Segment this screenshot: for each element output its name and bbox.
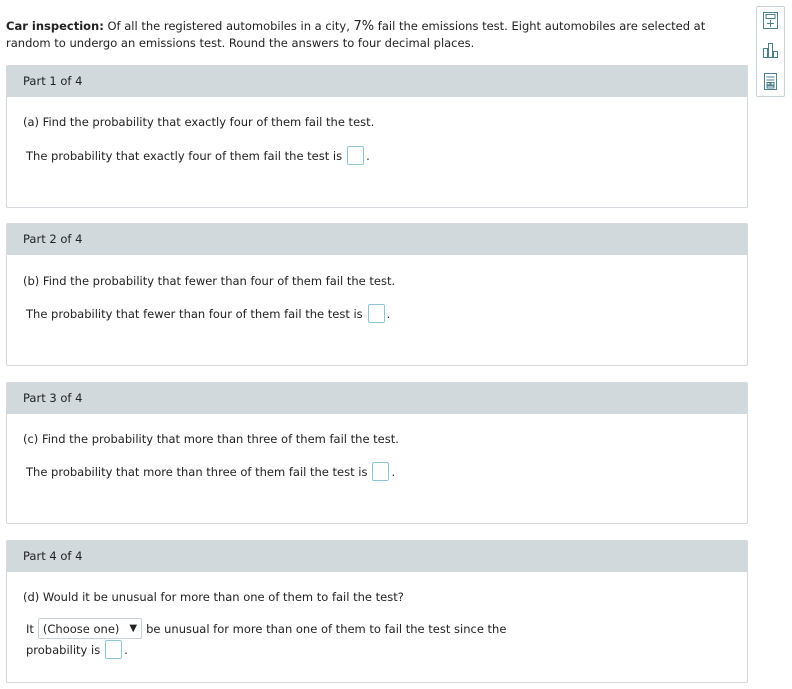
part-4-answer-input[interactable] (105, 640, 123, 659)
problem-percent: 7% (353, 19, 375, 34)
part-1-period: . (366, 148, 370, 163)
part-3-panel: Part 3 of 4 (c) Find the probability tha… (6, 382, 748, 524)
part-3-period: . (391, 464, 396, 479)
part-3-question: (c) Find the probability that more than … (23, 432, 399, 446)
part-1-panel: Part 1 of 4 (a) Find the probability tha… (6, 65, 748, 208)
table-icon[interactable] (762, 73, 779, 90)
part-1-answer-prefix: The probability that exactly four of the… (26, 148, 343, 163)
part-3-answer-line: The probability that more than three of … (26, 462, 395, 481)
part-4-line-2-prefix: probability is (26, 642, 101, 657)
part-4-panel: Part 4 of 4 (d) Would it be unusual for … (6, 540, 748, 683)
unusual-select[interactable]: (Choose one) ▼ (37, 618, 143, 639)
part-2-answer-input[interactable] (367, 304, 385, 323)
part-4-header: Part 4 of 4 (7, 541, 747, 572)
part-4-question: (d) Would it be unusual for more than on… (23, 590, 404, 604)
part-4-line-1-before: It (26, 621, 34, 636)
part-1-question: (a) Find the probability that exactly fo… (23, 115, 375, 129)
calculator-icon[interactable] (762, 12, 779, 29)
part-4-line-1-after: be unusual for more than one of them to … (146, 621, 507, 636)
part-3-header: Part 3 of 4 (7, 383, 747, 414)
part-4-line-2: probability is . (26, 640, 128, 659)
problem-text-1: Of all the registered automobiles in a c… (103, 19, 354, 33)
part-4-period: . (124, 642, 128, 657)
unusual-select-value: (Choose one) (42, 621, 120, 636)
part-4-line-1: It (Choose one) ▼ be unusual for more th… (26, 618, 506, 639)
part-3-answer-input[interactable] (372, 462, 390, 481)
part-2-question: (b) Find the probability that fewer than… (23, 274, 396, 288)
tools-panel (756, 6, 785, 97)
part-2-period: . (386, 306, 391, 321)
problem-statement: Car inspection: Of all the registered au… (6, 18, 751, 51)
part-1-answer-line: The probability that exactly four of the… (26, 146, 370, 165)
part-1-answer-input[interactable] (347, 146, 365, 165)
part-2-answer-line: The probability that fewer than four of … (26, 304, 390, 323)
part-2-panel: Part 2 of 4 (b) Find the probability tha… (6, 223, 748, 366)
part-2-answer-prefix: The probability that fewer than four of … (26, 306, 363, 321)
bar-chart-icon[interactable] (762, 42, 779, 59)
problem-title: Car inspection: (6, 19, 104, 33)
part-3-answer-prefix: The probability that more than three of … (26, 464, 368, 479)
part-1-header: Part 1 of 4 (7, 66, 747, 97)
dropdown-arrow-icon: ▼ (129, 623, 138, 634)
part-2-header: Part 2 of 4 (7, 224, 747, 255)
